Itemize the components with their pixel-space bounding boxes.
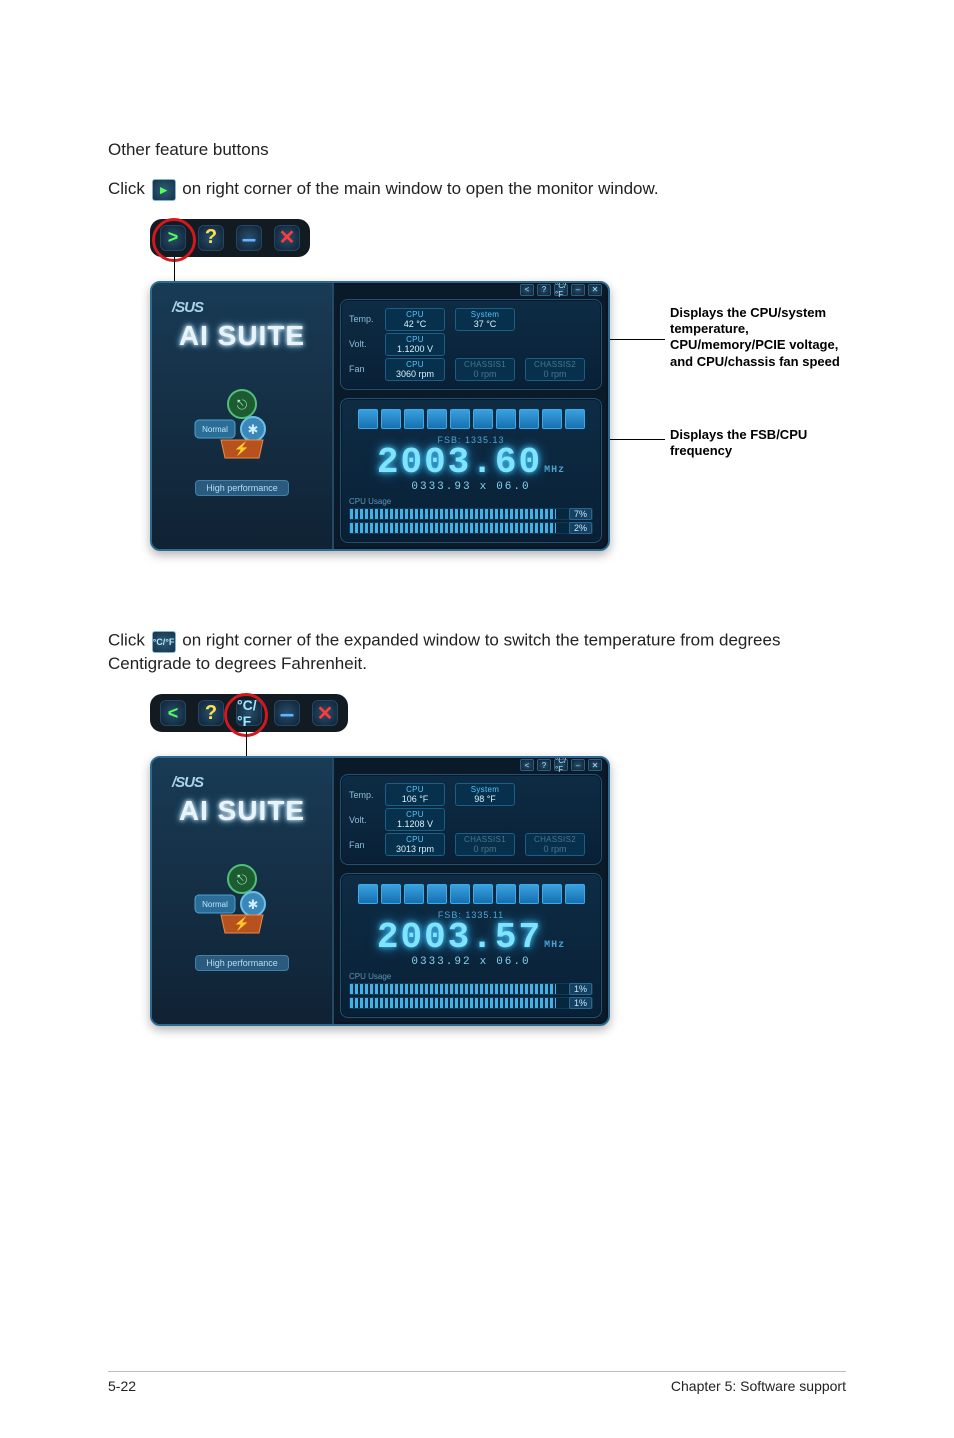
mini-close[interactable]: ✕	[588, 759, 602, 771]
close-button[interactable]: ✕	[274, 225, 300, 251]
chapter-label: Chapter 5: Software support	[671, 1378, 846, 1394]
window-mini-controls: < ? °C/°F – ✕	[334, 758, 608, 772]
minimize-button[interactable]: –	[236, 225, 262, 251]
help-button[interactable]: ?	[198, 225, 224, 251]
performance-label: High performance	[195, 480, 289, 496]
svg-text:⎋: ⎋	[237, 872, 247, 887]
minimize-button[interactable]: –	[274, 700, 300, 726]
row-volt-label: Volt.	[349, 815, 375, 825]
annot-freq: Displays the FSB/CPU frequency	[670, 427, 860, 460]
cpu-usage-bar-1: 7%	[349, 508, 593, 520]
cpu-usage-bar-1: 1%	[349, 983, 593, 995]
fan-cpu: CPU3060 rpm	[385, 358, 445, 381]
mini-min[interactable]: –	[571, 759, 585, 771]
temp-cpu: CPU42 °C	[385, 308, 445, 331]
fan-chassis1: CHASSIS10 rpm	[455, 833, 515, 856]
para2-prefix: Click	[108, 631, 150, 650]
mini-min[interactable]: –	[571, 284, 585, 296]
titlebar-c: > ? – ✕	[150, 219, 310, 257]
segment-bar	[349, 409, 593, 429]
annot-line-freq	[610, 439, 665, 440]
para1-suffix: on right corner of the main window to op…	[182, 179, 658, 198]
row-volt-label: Volt.	[349, 339, 375, 349]
annot-line-monitor	[610, 339, 665, 340]
cpu-frequency: 2003.57MHz	[349, 920, 593, 956]
temp-system: System98 °F	[455, 783, 515, 806]
monitor-panel: Temp. CPU42 °C System37 °C Volt. CPU1.12…	[340, 299, 602, 390]
temperature-unit-button[interactable]: °C/°F	[236, 700, 262, 726]
cpu-frequency: 2003.60MHz	[349, 445, 593, 481]
cf-icon-inline: °C/°F	[152, 629, 176, 653]
mini-help[interactable]: ?	[537, 284, 551, 296]
fan-chassis2: CHASSIS20 rpm	[525, 833, 585, 856]
svg-text:Normal: Normal	[202, 900, 228, 909]
page-footer: 5-22 Chapter 5: Software support	[108, 1371, 846, 1394]
monitor-panel: Temp. CPU106 °F System98 °F Volt. CPU1.1…	[340, 774, 602, 865]
row-fan-label: Fan	[349, 840, 375, 850]
para2-suffix: on right corner of the expanded window t…	[108, 631, 780, 674]
cpu-level-icon: ⎋ Normal ✱ ⚡	[187, 861, 297, 941]
cpu-usage-bar-2: 2%	[349, 522, 593, 534]
temp-cpu: CPU106 °F	[385, 783, 445, 806]
mini-back[interactable]: <	[520, 284, 534, 296]
fan-chassis1: CHASSIS10 rpm	[455, 358, 515, 381]
ai-suite-window-f: /SUS AI SUITE ⎋ Normal ✱ ⚡	[150, 756, 610, 1026]
mini-back[interactable]: <	[520, 759, 534, 771]
section-heading: Other feature buttons	[108, 140, 846, 160]
row-fan-label: Fan	[349, 364, 375, 374]
titlebar-f: < ? °C/°F – ✕	[150, 694, 348, 732]
volt-cpu: CPU1.1208 V	[385, 808, 445, 831]
brand-aisuite: AI SUITE	[179, 320, 305, 352]
mini-cf[interactable]: °C/°F	[554, 284, 568, 296]
svg-text:✱: ✱	[248, 422, 259, 437]
brand-asus: /SUS	[152, 774, 203, 791]
frequency-panel: FSB: 1335.13 2003.60MHz 0333.93 x 06.0 C…	[340, 398, 602, 543]
fan-chassis2: CHASSIS20 rpm	[525, 358, 585, 381]
cpu-usage-bar-2: 1%	[349, 997, 593, 1009]
fan-cpu: CPU3013 rpm	[385, 833, 445, 856]
paragraph-2: Click °C/°F on right corner of the expan…	[108, 629, 846, 676]
performance-label: High performance	[195, 955, 289, 971]
frequency-panel: FSB: 1335.11 2003.57MHz 0333.92 x 06.0 C…	[340, 873, 602, 1018]
mini-close[interactable]: ✕	[588, 284, 602, 296]
row-temp-label: Temp.	[349, 790, 375, 800]
help-button[interactable]: ?	[198, 700, 224, 726]
row-temp-label: Temp.	[349, 314, 375, 324]
annot-monitor: Displays the CPU/system temperature, CPU…	[670, 305, 860, 370]
figure-fahrenheit: < ? °C/°F – ✕ /SUS AI SUITE ⎋	[150, 694, 846, 1014]
paragraph-1: Click ▸ on right corner of the main wind…	[108, 178, 846, 201]
cpu-usage-label: CPU Usage	[349, 972, 593, 981]
footer-rule	[108, 1371, 846, 1372]
svg-text:⚡: ⚡	[234, 441, 250, 457]
ai-suite-window-c: /SUS AI SUITE ⎋ Normal ✱ ⚡	[150, 281, 610, 551]
expand-icon-inline: ▸	[152, 178, 176, 201]
back-button[interactable]: <	[160, 700, 186, 726]
page-number: 5-22	[108, 1378, 136, 1394]
svg-text:✱: ✱	[248, 897, 259, 912]
svg-text:Normal: Normal	[202, 425, 228, 434]
volt-cpu: CPU1.1200 V	[385, 333, 445, 356]
svg-text:⚡: ⚡	[234, 916, 250, 932]
window-mini-controls: < ? °C/°F – ✕	[334, 283, 608, 297]
mini-cf[interactable]: °C/°F	[554, 759, 568, 771]
close-button[interactable]: ✕	[312, 700, 338, 726]
brand-aisuite: AI SUITE	[179, 795, 305, 827]
svg-text:⎋: ⎋	[237, 397, 247, 412]
mini-help[interactable]: ?	[537, 759, 551, 771]
cpu-level-icon: ⎋ Normal ✱ ⚡	[187, 386, 297, 466]
para1-prefix: Click	[108, 179, 150, 198]
cpu-usage-label: CPU Usage	[349, 497, 593, 506]
temp-system: System37 °C	[455, 308, 515, 331]
figure-centigrade: > ? – ✕ /SUS AI SUITE ⎋	[150, 219, 846, 539]
segment-bar	[349, 884, 593, 904]
expand-button[interactable]: >	[160, 225, 186, 251]
brand-asus: /SUS	[152, 299, 203, 316]
